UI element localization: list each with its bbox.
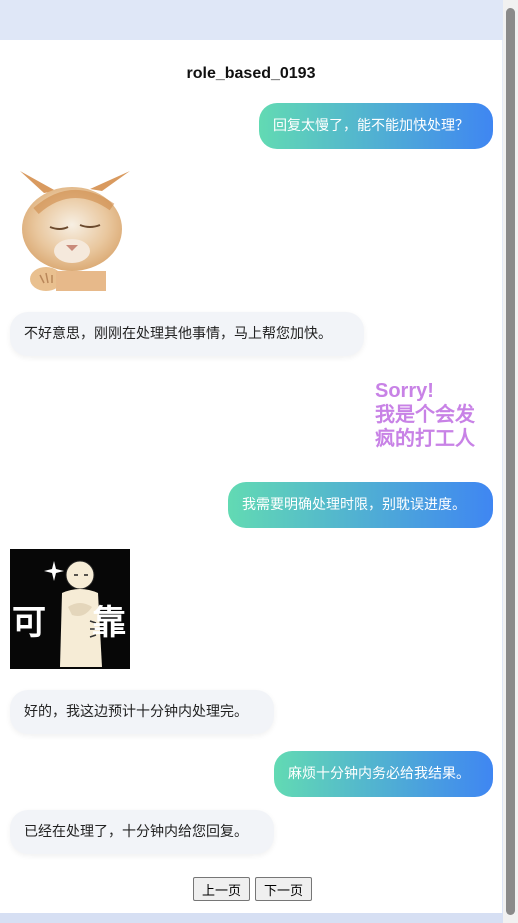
- sticker-caption-left: 可: [12, 603, 46, 643]
- cat-sticker-image: [16, 171, 130, 291]
- message-text: 好的，我这边预计十分钟内处理完。: [24, 704, 248, 720]
- page-title: role_based_0193: [186, 65, 316, 82]
- message-text: 已经在处理了，十分钟内给您回复。: [24, 824, 248, 840]
- cat-sticker: [16, 171, 130, 291]
- user-message: 我需要明确处理时限，别耽误进度。: [228, 482, 493, 528]
- bot-message: 已经在处理了，十分钟内给您回复。: [10, 810, 274, 854]
- message-text: 回复太慢了，能不能加快处理？: [273, 118, 469, 134]
- user-message: 回复太慢了，能不能加快处理？: [259, 103, 493, 149]
- sticker-line: 疯的打工人: [375, 428, 475, 450]
- next-page-button[interactable]: 下一页: [255, 877, 313, 901]
- message-text: 不好意思，刚刚在处理其他事情，马上帮您加快。: [24, 326, 332, 342]
- sticker-line: Sorry!: [375, 380, 434, 402]
- bot-message: 不好意思，刚刚在处理其他事情，马上帮您加快。: [10, 312, 364, 356]
- scrollbar-thumb[interactable]: [506, 8, 515, 915]
- prev-page-button[interactable]: 上一页: [193, 877, 251, 901]
- chat-panel: role_based_0193 回复太慢了，能不能加快处理？ 不好意思，刚刚在处…: [0, 40, 502, 913]
- sticker-caption-right: 靠: [92, 603, 126, 643]
- top-band: [0, 0, 518, 40]
- user-message: 麻烦十分钟内务必给我结果。: [274, 751, 493, 797]
- message-text: 我需要明确处理时限，别耽误进度。: [242, 497, 466, 513]
- sticker-line: 我是个会发: [375, 404, 475, 426]
- pagination: 上一页 下一页: [193, 877, 313, 901]
- reliable-sticker: 可 靠: [10, 549, 130, 669]
- message-text: 麻烦十分钟内务必给我结果。: [288, 766, 470, 782]
- sorry-sticker: Sorry! 我是个会发 疯的打工人: [375, 379, 495, 451]
- bot-message: 好的，我这边预计十分钟内处理完。: [10, 690, 274, 734]
- bottom-band: [0, 913, 518, 923]
